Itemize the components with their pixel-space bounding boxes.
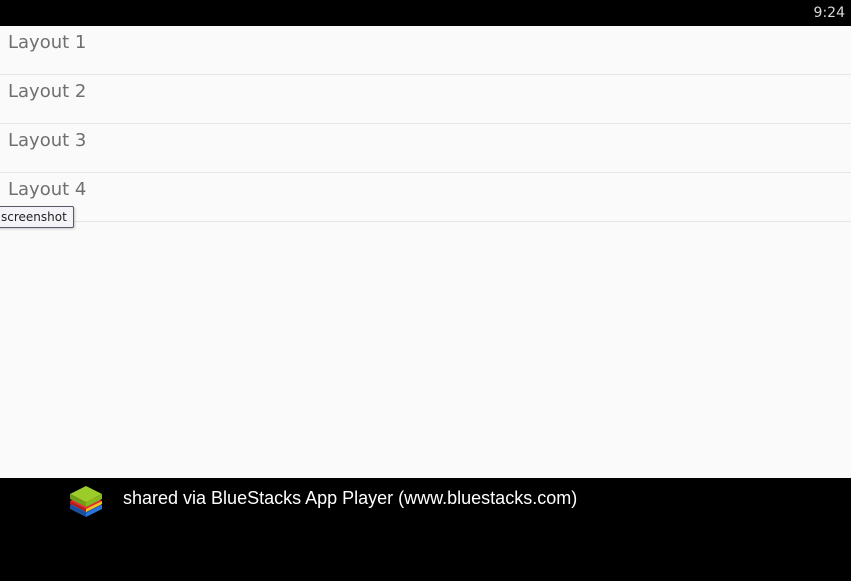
footer-share-text: shared via BlueStacks App Player (www.bl… (123, 488, 578, 508)
list-item-label: Layout 3 (8, 130, 87, 151)
list-item-layout-1[interactable]: Layout 1 (0, 26, 851, 75)
list-item-label: Layout 2 (8, 81, 87, 102)
status-bar: 9:24 (0, 0, 851, 26)
list-item-label: Layout 4 (8, 179, 87, 200)
bluestacks-footer: shared via BlueStacks App Player (www.bl… (0, 478, 851, 581)
app-content: Layout 1 Layout 2 Layout 3 Layout 4 scre… (0, 26, 851, 478)
list-item-label: Layout 1 (8, 32, 87, 53)
layout-list: Layout 1 Layout 2 Layout 3 Layout 4 (0, 26, 851, 222)
screenshot-tooltip: screenshot (0, 206, 74, 228)
list-item-layout-3[interactable]: Layout 3 (0, 124, 851, 173)
list-item-layout-2[interactable]: Layout 2 (0, 75, 851, 124)
list-item-layout-4[interactable]: Layout 4 (0, 173, 851, 222)
status-time: 9:24 (813, 5, 845, 21)
bluestacks-logo-icon (70, 486, 102, 517)
